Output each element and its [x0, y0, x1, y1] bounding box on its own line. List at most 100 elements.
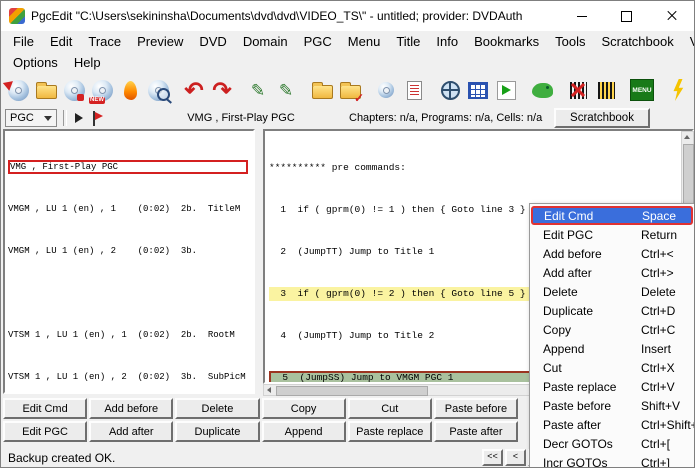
menu-item-label: Paste replace [543, 379, 617, 394]
command-line-selected[interactable]: 5 (JumpSS) Jump to VMGM PGC 1 [269, 371, 531, 382]
context-paste-before[interactable]: Paste before Shift+V [530, 396, 694, 415]
pgc-list-item[interactable]: VMGM , LU 1 (en) , 2 (0:02) 3b. [8, 244, 253, 258]
pgc-list-item[interactable]: VTSM 1 , LU 1 (en) , 2 (0:02) 3b. SubPic… [8, 370, 253, 384]
lba-bars-button[interactable] [592, 76, 620, 104]
paste-before-button[interactable]: Paste before [433, 398, 519, 419]
menu-trace[interactable]: Trace [80, 33, 129, 50]
context-duplicate[interactable]: Duplicate Ctrl+D [530, 301, 694, 320]
menu-pgc[interactable]: PGC [296, 33, 340, 50]
edit-pgc-button[interactable]: Edit PGC [3, 421, 88, 442]
trace-dragon-button[interactable] [528, 76, 556, 104]
copy-button[interactable]: Copy [261, 398, 346, 419]
new-badge: NEW [89, 97, 105, 104]
context-add-before[interactable]: Add before Ctrl+< [530, 244, 694, 263]
context-append[interactable]: Append Insert [530, 339, 694, 358]
duplicate-button[interactable]: Duplicate [175, 421, 260, 442]
status-message: Backup created OK. [8, 451, 116, 465]
delete-button[interactable]: Delete [175, 398, 260, 419]
trace-pen-alt-button[interactable]: ✎ [272, 76, 300, 104]
undo-button[interactable]: ↶ [180, 76, 208, 104]
preview-disc-button[interactable] [144, 76, 172, 104]
pgc-list-item-selected[interactable]: VMG , First-Play PGC [8, 160, 248, 174]
paste-replace-button[interactable]: Paste replace [347, 421, 432, 442]
menu-item-shortcut: Ctrl+V [641, 379, 675, 394]
menu-row-2: Options Help [1, 52, 694, 73]
globe-icon [440, 80, 460, 100]
menu-item-shortcut: Ctrl+C [641, 322, 676, 337]
lba-clear-button[interactable] [564, 76, 592, 104]
menu-info[interactable]: Info [428, 33, 466, 50]
trace-pen-button[interactable]: ✎ [244, 76, 272, 104]
burn-button[interactable] [116, 76, 144, 104]
context-copy[interactable]: Copy Ctrl+C [530, 320, 694, 339]
context-decr-gotos[interactable]: Decr GOTOs Ctrl+[ [530, 434, 694, 453]
pgc-list-item[interactable]: VTSM 1 , LU 1 (en) , 1 (0:02) 2b. RootM [8, 328, 253, 342]
context-incr-gotos[interactable]: Incr GOTOs Ctrl+] [530, 453, 694, 468]
prev-button[interactable]: < [505, 449, 526, 466]
domain-grid-button[interactable] [464, 76, 492, 104]
folder-check-button[interactable]: ✓ [336, 76, 364, 104]
folder-button[interactable] [308, 76, 336, 104]
arrow-right-icon [75, 113, 83, 123]
append-button[interactable]: Append [261, 421, 346, 442]
open-folder-button[interactable] [32, 76, 60, 104]
context-menu: Edit Cmd Space Edit PGC Return Add before C… [529, 203, 694, 468]
menu-grid-button[interactable]: MENU [628, 76, 656, 104]
scroll-left-icon[interactable] [264, 385, 274, 395]
add-after-button[interactable]: Add after [89, 421, 174, 442]
menu-item-shortcut: Shift+V [641, 398, 681, 413]
redo-button[interactable]: ↷ [208, 76, 236, 104]
menu-file[interactable]: File [5, 33, 42, 50]
menu-help[interactable]: Help [66, 54, 109, 71]
log-page-button[interactable] [400, 76, 428, 104]
play-preview-button[interactable] [492, 76, 520, 104]
dragon-icon [531, 82, 553, 98]
save-dvd-button[interactable] [60, 76, 88, 104]
menu-title[interactable]: Title [388, 33, 428, 50]
scroll-up-icon[interactable] [682, 132, 692, 142]
minimize-button[interactable] [559, 1, 604, 31]
menu-tools[interactable]: Tools [547, 33, 593, 50]
context-paste-replace[interactable]: Paste replace Ctrl+V [530, 377, 694, 396]
command-action-buttons: Edit Cmd Add before Delete Copy Cut Past… [3, 398, 520, 444]
context-add-after[interactable]: Add after Ctrl+> [530, 263, 694, 282]
menu-dvd[interactable]: DVD [191, 33, 234, 50]
bookmark-flag-icon[interactable] [91, 110, 103, 126]
globe-button[interactable] [436, 76, 464, 104]
scroll-thumb[interactable] [276, 386, 428, 396]
disc-info-button[interactable] [372, 76, 400, 104]
context-edit-pgc[interactable]: Edit PGC Return [530, 225, 694, 244]
open-dvd-button[interactable] [2, 76, 32, 104]
context-paste-after[interactable]: Paste after Ctrl+Shift+V [530, 415, 694, 434]
menu-options[interactable]: Options [5, 54, 66, 71]
menu-scratchbook[interactable]: Scratchbook [593, 33, 681, 50]
close-button[interactable] [649, 1, 694, 31]
menu-menu[interactable]: Menu [340, 33, 389, 50]
edit-cmd-button[interactable]: Edit Cmd [3, 398, 88, 419]
add-before-button[interactable]: Add before [89, 398, 174, 419]
pgc-selector[interactable]: PGC [5, 109, 57, 127]
new-dvd-button[interactable]: NEW [88, 76, 116, 104]
menu-view[interactable]: View [682, 33, 694, 50]
pgc-list-item[interactable]: VMGM , LU 1 (en) , 1 (0:02) 2b. TitleM [8, 202, 253, 216]
context-cut[interactable]: Cut Ctrl+X [530, 358, 694, 377]
menu-item-shortcut: Ctrl+] [641, 455, 671, 468]
lightning-button[interactable] [664, 76, 692, 104]
context-edit-cmd[interactable]: Edit Cmd Space [531, 206, 693, 225]
context-delete[interactable]: Delete Delete [530, 282, 694, 301]
action-row-1: Edit Cmd Add before Delete Copy Cut Past… [3, 398, 520, 419]
maximize-button[interactable] [604, 1, 649, 31]
menu-preview[interactable]: Preview [129, 33, 191, 50]
menu-item-label: Paste before [543, 398, 612, 413]
menu-edit[interactable]: Edit [42, 33, 80, 50]
pre-commands-header: ********** pre commands: [269, 162, 406, 173]
log-page-icon [406, 80, 422, 100]
next-pgc-button[interactable] [71, 110, 87, 126]
menu-bookmarks[interactable]: Bookmarks [466, 33, 547, 50]
menu-item-label: Decr GOTOs [543, 436, 613, 451]
menu-domain[interactable]: Domain [235, 33, 296, 50]
cut-button[interactable]: Cut [347, 398, 432, 419]
scratchbook-button[interactable]: Scratchbook [554, 108, 650, 128]
first-button[interactable]: << [482, 449, 503, 466]
paste-after-button[interactable]: Paste after [433, 421, 519, 442]
